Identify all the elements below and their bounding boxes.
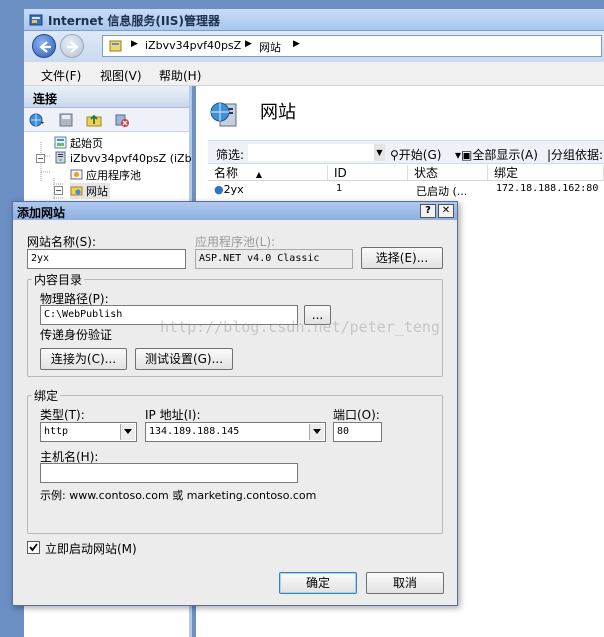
navigation-bar: ▶ iZbvv34pvf40psZ ▶ 网站 ▶ [24, 31, 604, 62]
site-name-label: 网站名称(S): [27, 235, 97, 249]
host-name-input[interactable] [40, 463, 298, 483]
dialog-title: 添加网站 [17, 206, 66, 220]
column-header-name[interactable]: 名称 ▲ [208, 165, 328, 181]
test-settings-button[interactable]: 测试设置(G)... [135, 348, 233, 370]
filter-dropdown-button[interactable]: ▼ [374, 144, 385, 161]
select-app-pool-button[interactable]: 选择(E)... [361, 247, 443, 269]
connections-header: 连接 [24, 86, 189, 108]
show-all-icon: ▾▣ [455, 148, 473, 162]
sites-globe-icon [210, 102, 237, 127]
site-status-cell: 已启动 (... [416, 185, 468, 198]
port-input[interactable]: 80 [333, 422, 382, 442]
up-folder-icon[interactable] [86, 112, 102, 128]
cancel-button[interactable]: 取消 [366, 572, 444, 594]
table-row[interactable]: ●2yx 1 已启动 (... 172.18.188.162:80 [208, 182, 604, 198]
forward-button[interactable] [60, 34, 84, 58]
arrow-right-icon [67, 41, 79, 53]
site-binding-cell: 172.18.188.162:80 [496, 183, 599, 194]
close-button[interactable]: ✕ [438, 204, 454, 218]
start-now-checkbox[interactable] [27, 541, 40, 554]
tree-item-app-pools[interactable]: 应用程序池 [70, 167, 141, 183]
ip-address-label: IP 地址(I): [145, 408, 201, 422]
window-titlebar: Internet 信息服务(IIS)管理器 [24, 9, 604, 31]
window-title: Internet 信息服务(IIS)管理器 [48, 14, 220, 28]
menu-help[interactable]: 帮助(H) [159, 67, 201, 84]
help-button[interactable]: ? [420, 204, 436, 218]
port-label: 端口(O): [333, 408, 380, 422]
tree-item-sites[interactable]: 网站 [70, 183, 110, 199]
column-header-id[interactable]: ID [328, 165, 408, 181]
filter-label: 筛选: [216, 148, 245, 162]
connections-toolbar [24, 108, 189, 132]
watermark-text: http://blog.csdn.net/peter_teng [160, 318, 440, 336]
site-id-cell: 1 [336, 183, 343, 194]
sort-ascending-icon: ▲ [255, 170, 262, 179]
address-bar[interactable]: ▶ iZbvv34pvf40psZ ▶ 网站 ▶ [102, 35, 602, 57]
sites-title: 网站 [260, 102, 296, 123]
start-filter-button[interactable]: ⚲开始(G) [390, 146, 441, 163]
app-pool-label: 应用程序池(L): [195, 235, 276, 249]
globe-connect-icon[interactable] [29, 112, 45, 128]
type-select[interactable]: http [40, 422, 137, 442]
app-pool-field: ASP.NET v4.0 Classic [195, 249, 353, 269]
disconnect-icon[interactable] [114, 112, 130, 128]
content-directory-legend: 内容目录 [32, 271, 85, 288]
save-icon[interactable] [58, 112, 74, 128]
binoculars-icon: ⚲ [390, 148, 399, 162]
start-now-label[interactable]: 立即启动网站(M) [45, 540, 137, 557]
sites-folder-icon [70, 186, 83, 196]
host-name-example: 示例: www.contoso.com 或 marketing.contoso.… [40, 489, 317, 502]
globe-icon: ● [214, 183, 224, 196]
tree-expander-sites[interactable]: − [54, 186, 63, 195]
dialog-titlebar: 添加网站 ? ✕ [13, 202, 457, 220]
column-header-binding[interactable]: 绑定 [488, 165, 604, 181]
connect-as-button[interactable]: 连接为(C)... [40, 348, 127, 370]
site-name-input[interactable]: 2yx [27, 249, 186, 269]
server-icon [109, 40, 122, 52]
chevron-down-icon [309, 424, 324, 440]
type-label: 类型(T): [40, 408, 85, 422]
menu-bar: 文件(F) 视图(V) 帮助(H) [24, 62, 604, 86]
breadcrumb-separator-icon: ▶ [131, 39, 138, 49]
tree-item-server[interactable]: iZbvv34pvf40psZ (iZb [54, 151, 192, 165]
sites-list-header: 名称 ▲ ID 状态 绑定 [208, 165, 604, 181]
breadcrumb-server[interactable]: iZbvv34pvf40psZ [145, 39, 241, 52]
breadcrumb-sites[interactable]: 网站 [259, 39, 281, 55]
menu-file[interactable]: 文件(F) [41, 67, 81, 84]
back-button[interactable] [32, 34, 56, 58]
binding-legend: 绑定 [32, 387, 61, 404]
checkmark-icon [29, 543, 38, 552]
pass-through-auth-label: 传递身份验证 [40, 328, 113, 342]
filter-input[interactable] [248, 144, 374, 161]
server-icon [55, 151, 66, 164]
arrow-left-icon [39, 41, 51, 53]
show-all-button[interactable]: ▾▣全部显示(A) [455, 146, 538, 163]
filter-bar: 筛选: ▼ ⚲开始(G) ▾▣全部显示(A) |分组依据: [208, 140, 604, 164]
connections-title: 连接 [33, 92, 58, 106]
tree-expander-server[interactable]: − [36, 154, 45, 163]
site-name-cell: ●2yx [214, 183, 244, 196]
column-header-status[interactable]: 状态 [408, 165, 488, 181]
ok-button[interactable]: 确定 [279, 572, 357, 594]
iis-app-icon [29, 14, 43, 26]
breadcrumb-separator-icon: ▶ [245, 39, 252, 49]
group-by-label[interactable]: |分组依据: [547, 146, 603, 163]
add-website-dialog: 添加网站 ? ✕ 网站名称(S): 2yx 应用程序池(L): ASP.NET … [12, 201, 458, 606]
menu-view[interactable]: 视图(V) [100, 67, 142, 84]
app-pool-icon [70, 169, 83, 180]
ip-address-select[interactable]: 134.189.188.145 [145, 422, 326, 442]
breadcrumb-separator-icon: ▶ [293, 39, 300, 49]
tree-item-start-page[interactable]: 起始页 [54, 135, 103, 151]
start-page-icon [54, 136, 67, 149]
chevron-down-icon [120, 424, 135, 440]
